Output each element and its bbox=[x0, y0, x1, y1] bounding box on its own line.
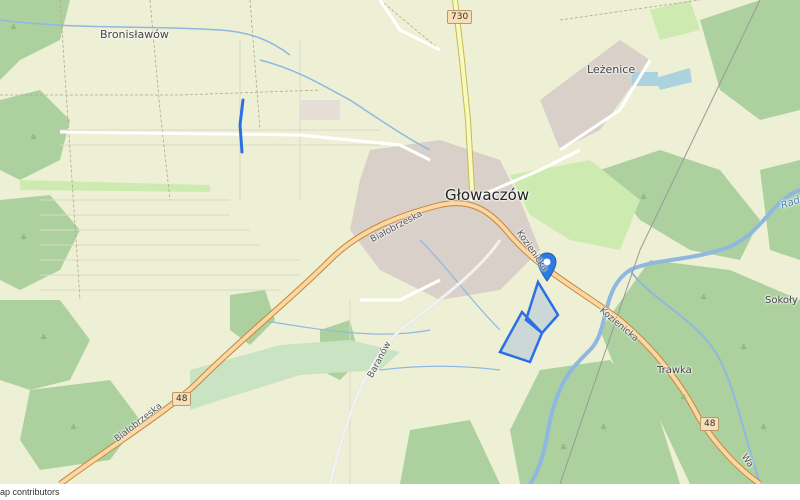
map-footer: ap contributors bbox=[0, 484, 800, 500]
svg-text:♣: ♣ bbox=[560, 443, 567, 452]
place-label-sokoly: Sokoły bbox=[765, 295, 798, 306]
map-canvas[interactable]: ♣ ♣ ♣ ♣ ♣ ♣ ♣ ♣ ♣ ♣ ♣ ♣ Bronisławów Leżenice Gło… bbox=[0, 0, 800, 484]
place-label-glowaczow: Głowaczów bbox=[445, 186, 530, 204]
place-label-lezenice: Leżenice bbox=[587, 63, 636, 76]
svg-text:♣: ♣ bbox=[760, 423, 767, 432]
road-shield-48-west: 48 bbox=[172, 392, 192, 406]
road-shield-48-east: 48 bbox=[700, 417, 720, 431]
map-attribution[interactable]: ap contributors bbox=[0, 487, 60, 497]
svg-text:♣: ♣ bbox=[70, 423, 77, 432]
svg-text:♣: ♣ bbox=[30, 133, 37, 142]
svg-text:♣: ♣ bbox=[740, 343, 747, 352]
place-label-bronislawow: Bronisławów bbox=[100, 28, 169, 41]
svg-text:♣: ♣ bbox=[680, 393, 687, 402]
svg-text:♣: ♣ bbox=[600, 423, 607, 432]
svg-text:♣: ♣ bbox=[10, 23, 17, 32]
svg-text:♣: ♣ bbox=[20, 233, 27, 242]
svg-text:♣: ♣ bbox=[700, 293, 707, 302]
svg-text:♣: ♣ bbox=[640, 193, 647, 202]
road-shield-730: 730 bbox=[447, 10, 473, 24]
map-base-layer: ♣ ♣ ♣ ♣ ♣ ♣ ♣ ♣ ♣ ♣ ♣ ♣ bbox=[0, 0, 800, 484]
place-label-trawka: Trawka bbox=[657, 365, 692, 376]
svg-text:♣: ♣ bbox=[40, 333, 47, 342]
